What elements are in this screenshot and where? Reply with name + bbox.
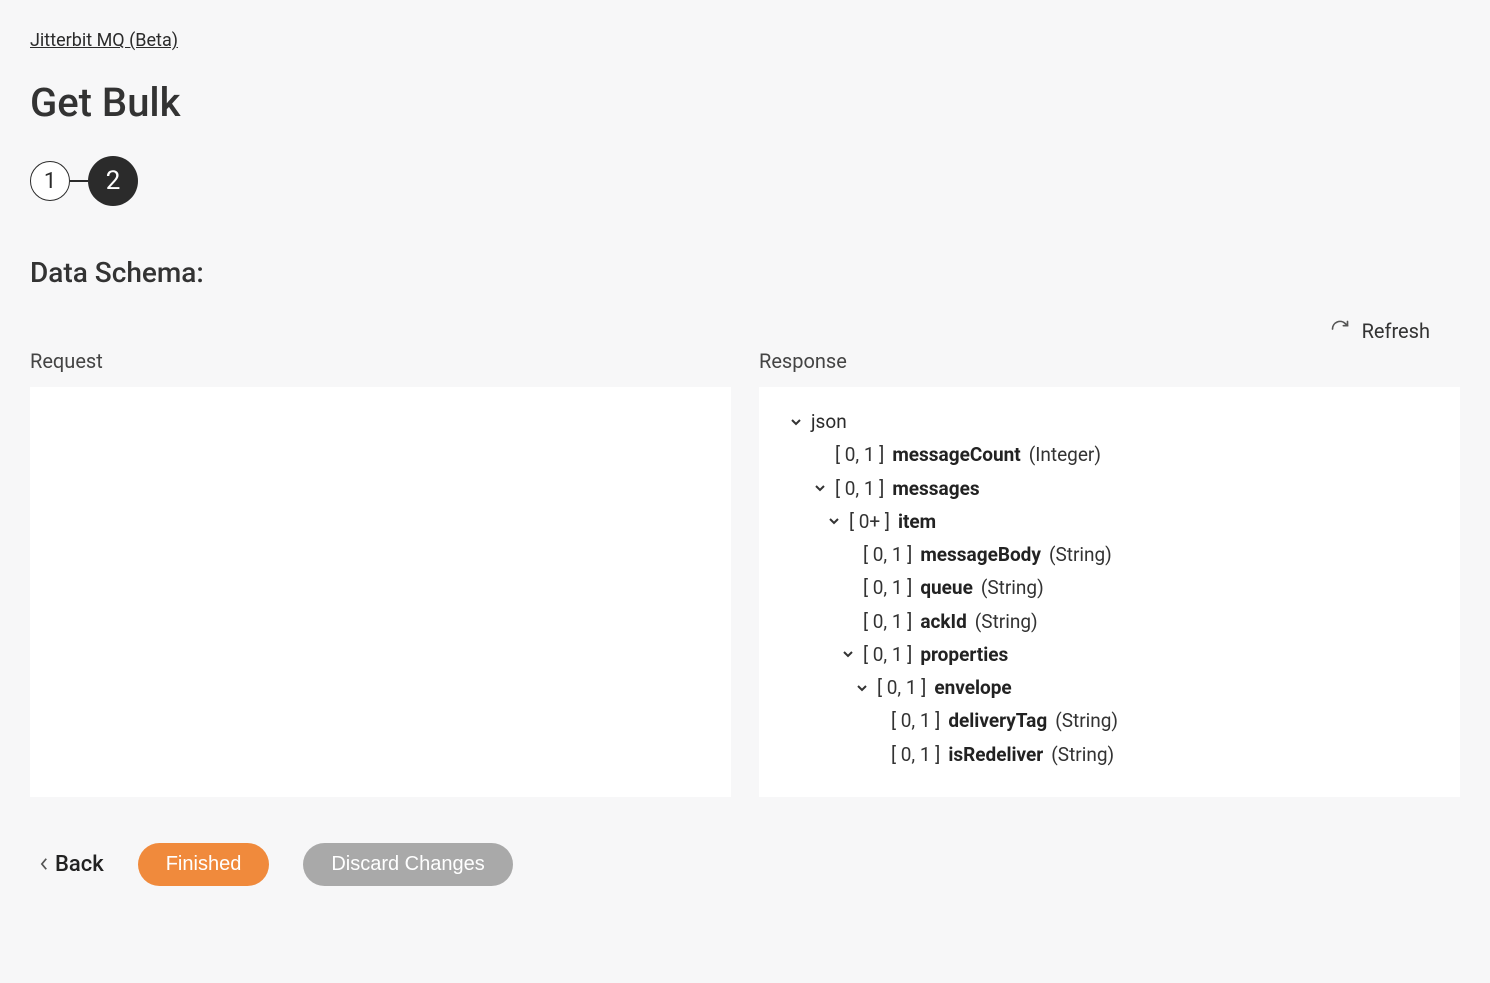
section-title: Data Schema:: [30, 256, 1460, 289]
chevron-down-icon: [841, 648, 855, 660]
request-label: Request: [30, 349, 731, 373]
tree-node-properties[interactable]: [ 0, 1 ] properties: [779, 638, 1440, 671]
field-type: (Integer): [1029, 438, 1101, 471]
chevron-left-icon: [40, 852, 49, 877]
field-name: messageBody: [920, 538, 1041, 571]
cardinality: [ 0, 1 ]: [877, 671, 926, 704]
step-connector: [70, 180, 88, 182]
field-name: messages: [892, 472, 979, 505]
back-label: Back: [55, 852, 104, 877]
chevron-down-icon: [813, 482, 827, 494]
page-title: Get Bulk: [30, 79, 1460, 126]
field-type: (String): [1055, 704, 1118, 737]
cardinality: [ 0, 1 ]: [891, 704, 940, 737]
stepper: 1 2: [30, 156, 1460, 206]
refresh-label: Refresh: [1362, 319, 1430, 343]
cardinality: [ 0+ ]: [849, 505, 890, 538]
tree-node-deliverytag[interactable]: [ 0, 1 ] deliveryTag (String): [779, 704, 1440, 737]
tree-node-json[interactable]: json: [779, 405, 1440, 438]
cardinality: [ 0, 1 ]: [863, 538, 912, 571]
discard-changes-button[interactable]: Discard Changes: [303, 843, 512, 886]
field-name: properties: [920, 638, 1008, 671]
field-name: messageCount: [892, 438, 1020, 471]
breadcrumb[interactable]: Jitterbit MQ (Beta): [30, 30, 178, 51]
cardinality: [ 0, 1 ]: [835, 438, 884, 471]
back-button[interactable]: Back: [40, 852, 104, 877]
cardinality: [ 0, 1 ]: [863, 638, 912, 671]
cardinality: [ 0, 1 ]: [891, 738, 940, 771]
field-type: (String): [975, 605, 1038, 638]
request-panel: [30, 387, 731, 797]
tree-node-messagecount[interactable]: [ 0, 1 ] messageCount (Integer): [779, 438, 1440, 471]
finished-button[interactable]: Finished: [138, 843, 270, 886]
refresh-icon: [1330, 319, 1350, 343]
field-name: queue: [920, 571, 973, 604]
tree-node-item[interactable]: [ 0+ ] item: [779, 505, 1440, 538]
chevron-down-icon: [827, 515, 841, 527]
chevron-down-icon: [789, 416, 803, 428]
response-label: Response: [759, 349, 1460, 373]
field-type: (String): [1049, 538, 1112, 571]
tree-node-messages[interactable]: [ 0, 1 ] messages: [779, 472, 1440, 505]
tree-node-label: json: [811, 405, 847, 438]
refresh-button[interactable]: Refresh: [30, 319, 1460, 343]
field-name: item: [898, 505, 936, 538]
cardinality: [ 0, 1 ]: [863, 605, 912, 638]
response-panel[interactable]: json [ 0, 1 ] messageCount (Integer) [ 0…: [759, 387, 1460, 797]
field-name: deliveryTag: [948, 704, 1047, 737]
chevron-down-icon: [855, 682, 869, 694]
step-2[interactable]: 2: [88, 156, 138, 206]
field-name: isRedeliver: [948, 738, 1043, 771]
tree-node-ackid[interactable]: [ 0, 1 ] ackId (String): [779, 605, 1440, 638]
field-type: (String): [981, 571, 1044, 604]
tree-node-queue[interactable]: [ 0, 1 ] queue (String): [779, 571, 1440, 604]
cardinality: [ 0, 1 ]: [863, 571, 912, 604]
tree-node-messagebody[interactable]: [ 0, 1 ] messageBody (String): [779, 538, 1440, 571]
field-name: envelope: [934, 671, 1011, 704]
field-type: (String): [1051, 738, 1114, 771]
cardinality: [ 0, 1 ]: [835, 472, 884, 505]
tree-node-isredeliver[interactable]: [ 0, 1 ] isRedeliver (String): [779, 738, 1440, 771]
step-1[interactable]: 1: [30, 161, 70, 201]
tree-node-envelope[interactable]: [ 0, 1 ] envelope: [779, 671, 1440, 704]
field-name: ackId: [920, 605, 966, 638]
